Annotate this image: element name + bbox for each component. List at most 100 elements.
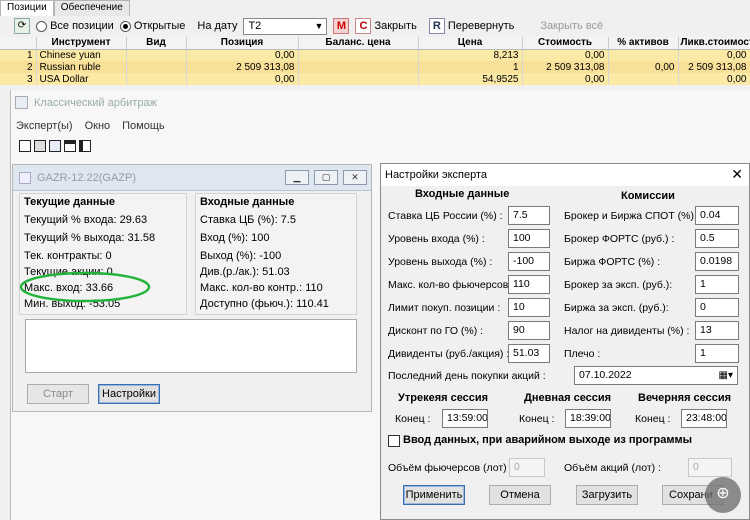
close-icon[interactable]: ✕ xyxy=(343,170,367,185)
settings-button[interactable]: Настройки xyxy=(98,384,160,404)
evening-end-label: Конец : xyxy=(635,413,671,425)
cancel-button[interactable]: Отмена xyxy=(489,485,551,505)
cell-balance xyxy=(298,73,419,85)
dialog-titlebar: Настройки эксперта ✕ xyxy=(381,164,749,186)
col-position[interactable]: Позиция xyxy=(186,37,299,50)
cell-value: 0,00 xyxy=(522,73,609,85)
broker-expiry-label: Брокер за эксп. (руб.): xyxy=(564,279,673,291)
cb-rate-input[interactable]: 7.5 xyxy=(508,206,550,225)
cb-rate: Ставка ЦБ (%): 7.5 xyxy=(200,214,296,226)
instrument-window: GAZR-12.22(GAZP) ▁ ▢ ✕ Текущие данные Те… xyxy=(12,164,372,412)
cell-liquid: 2 509 313,08 xyxy=(678,61,750,73)
futures-volume-input[interactable]: 0 xyxy=(509,458,545,477)
arbitrage-menubar: Эксперт(ы) Окно Помощь xyxy=(16,120,165,132)
start-button[interactable]: Старт xyxy=(27,384,89,404)
tile-vertical-icon[interactable] xyxy=(79,140,91,152)
last-day-picker[interactable]: 07.10.2022 ▦▾ xyxy=(574,366,738,385)
m-button[interactable]: M xyxy=(333,18,350,34)
last-day-value: 07.10.2022 xyxy=(579,369,632,381)
cell-view xyxy=(126,73,187,85)
cell-value: 0,00 xyxy=(522,49,609,61)
refresh-icon[interactable]: ⟳ xyxy=(14,18,30,34)
table-row[interactable]: 2 Russian ruble 2 509 313,08 1 2 509 313… xyxy=(0,61,750,73)
menu-window[interactable]: Окно xyxy=(85,120,111,132)
col-price[interactable]: Цена xyxy=(418,37,523,50)
position-limit-input[interactable]: 10 xyxy=(508,298,550,317)
exchange-expiry-input[interactable]: 0 xyxy=(695,298,739,317)
col-assets[interactable]: % активов xyxy=(608,37,679,50)
new-document-icon[interactable] xyxy=(19,140,31,152)
exit-level-input[interactable]: -100 xyxy=(508,252,550,271)
spot-commission-input[interactable]: 0.04 xyxy=(695,206,739,225)
table-row[interactable]: 3 USA Dollar 0,00 54,9525 0,00 0,00 xyxy=(0,73,750,85)
col-instrument[interactable]: Инструмент xyxy=(36,37,127,50)
cell-price: 8,213 xyxy=(418,49,523,61)
col-liquid-value[interactable]: Ликв.стоимость xyxy=(678,37,750,50)
emergency-label: Ввод данных, при аварийном выходе из про… xyxy=(403,434,693,446)
radio-all-positions[interactable]: Все позиции xyxy=(36,20,114,32)
close-all-button[interactable]: Закрыть всё xyxy=(540,20,603,32)
date-select[interactable]: T2 ▼ xyxy=(243,17,328,35)
col-value[interactable]: Стоимость xyxy=(522,37,609,50)
evening-end-input[interactable]: 23:48:00 xyxy=(681,409,727,428)
cascade-windows-icon[interactable] xyxy=(49,140,61,152)
leverage-input[interactable]: 1 xyxy=(695,344,739,363)
apply-button[interactable]: Применить xyxy=(403,485,465,505)
radio-all-icon xyxy=(36,20,47,32)
maximize-icon[interactable]: ▢ xyxy=(314,170,338,185)
day-end-input[interactable]: 18:39:00 xyxy=(565,409,611,428)
menu-help[interactable]: Помощь xyxy=(122,120,165,132)
broker-expiry-input[interactable]: 1 xyxy=(695,275,739,294)
log-memo[interactable] xyxy=(25,319,357,373)
highlight-ellipse xyxy=(19,271,151,303)
tab-positions[interactable]: Позиции xyxy=(0,0,54,16)
day-session-header: Дневная сессия xyxy=(524,392,612,404)
radio-open-positions[interactable]: Открытые xyxy=(119,20,185,32)
entry-level-input[interactable]: 100 xyxy=(508,229,550,248)
max-futures-input[interactable]: 110 xyxy=(508,275,550,294)
go-discount-label: Дисконт по ГО (%) : xyxy=(388,325,484,337)
current-data-header: Текущие данные xyxy=(24,196,116,208)
expert-settings-dialog: Настройки эксперта ✕ Входные данные Коми… xyxy=(380,163,750,520)
cell-position: 0,00 xyxy=(186,73,299,85)
close-icon[interactable]: ✕ xyxy=(731,166,743,183)
go-discount-input[interactable]: 90 xyxy=(508,321,550,340)
flip-position-button[interactable]: R Перевернуть xyxy=(428,18,514,34)
emergency-checkbox[interactable] xyxy=(388,435,400,447)
close-position-button[interactable]: C Закрыть xyxy=(355,18,417,34)
tile-horizontal-icon[interactable] xyxy=(64,140,76,152)
input-data-group: Входные данные Ставка ЦБ (%): 7.5 Вход (… xyxy=(195,193,357,315)
cell-liquid: 0,00 xyxy=(678,49,750,61)
minimize-icon[interactable]: ▁ xyxy=(285,170,309,185)
calendar-icon[interactable]: ▦▾ xyxy=(719,367,733,384)
forts-exchange-input[interactable]: 0.0198 xyxy=(695,252,739,271)
date-value: T2 xyxy=(248,20,262,32)
zoom-in-icon[interactable]: ⊕ xyxy=(705,477,741,513)
load-button[interactable]: Загрузить xyxy=(576,485,638,505)
morning-session-header: Утрекеяя сессия xyxy=(398,392,489,404)
cb-rate-label: Ставка ЦБ России (%) : xyxy=(388,210,503,222)
dividends-input[interactable]: 51.03 xyxy=(508,344,550,363)
col-view[interactable]: Вид xyxy=(126,37,187,50)
forts-exchange-label: Биржа ФОРТС (%) : xyxy=(564,256,661,268)
chevron-down-icon: ▼ xyxy=(314,20,324,31)
dividend-tax-input[interactable]: 13 xyxy=(695,321,739,340)
table-row[interactable]: 1 Chinese yuan 0,00 8,213 0,00 0,00 xyxy=(0,49,750,61)
date-label: На дату xyxy=(197,20,238,32)
cell-position: 0,00 xyxy=(186,49,299,61)
tab-collateral[interactable]: Обеспечение xyxy=(53,0,130,16)
input-section-header: Входные данные xyxy=(415,188,510,200)
exit-level-label: Уровень выхода (%) : xyxy=(388,256,493,268)
last-day-label: Последний день покупки акций : xyxy=(388,370,546,382)
shares-volume-input[interactable]: 0 xyxy=(688,458,732,477)
menu-experts[interactable]: Эксперт(ы) xyxy=(16,120,73,132)
morning-end-input[interactable]: 13:59:00 xyxy=(442,409,488,428)
dividend: Див.(р./ак.): 51.03 xyxy=(200,266,290,278)
forts-broker-input[interactable]: 0.5 xyxy=(695,229,739,248)
instrument-window-title: GAZR-12.22(GAZP) xyxy=(37,172,137,184)
properties-icon[interactable] xyxy=(34,140,46,152)
dividends-label: Дивиденты (руб./акция) : xyxy=(388,348,510,360)
radio-open-icon xyxy=(119,20,131,32)
col-balance-price[interactable]: Баланс. цена xyxy=(298,37,419,50)
positions-tabs: Позиции Обеспечение xyxy=(0,0,130,16)
